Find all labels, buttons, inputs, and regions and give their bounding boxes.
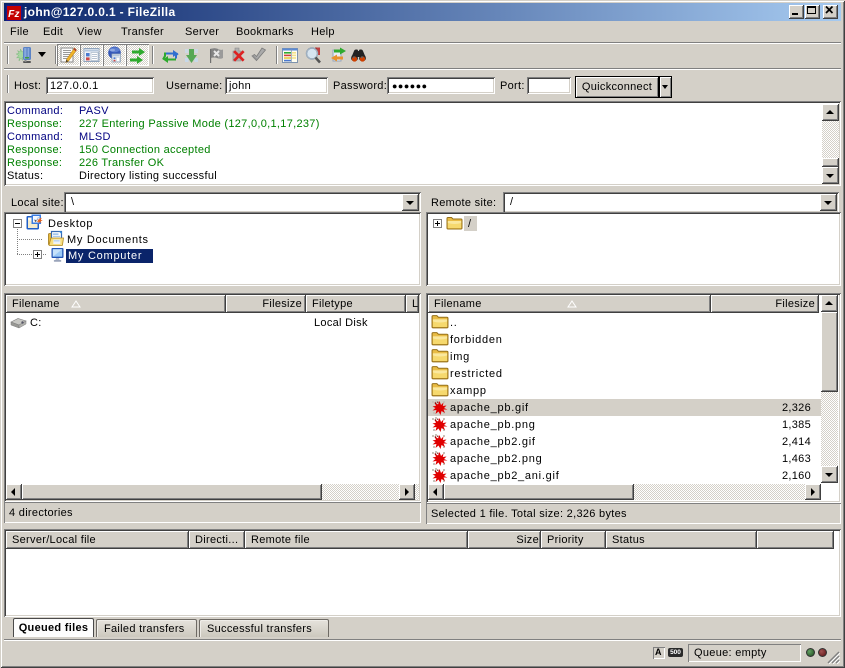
svg-text:Fz: Fz	[8, 9, 20, 20]
